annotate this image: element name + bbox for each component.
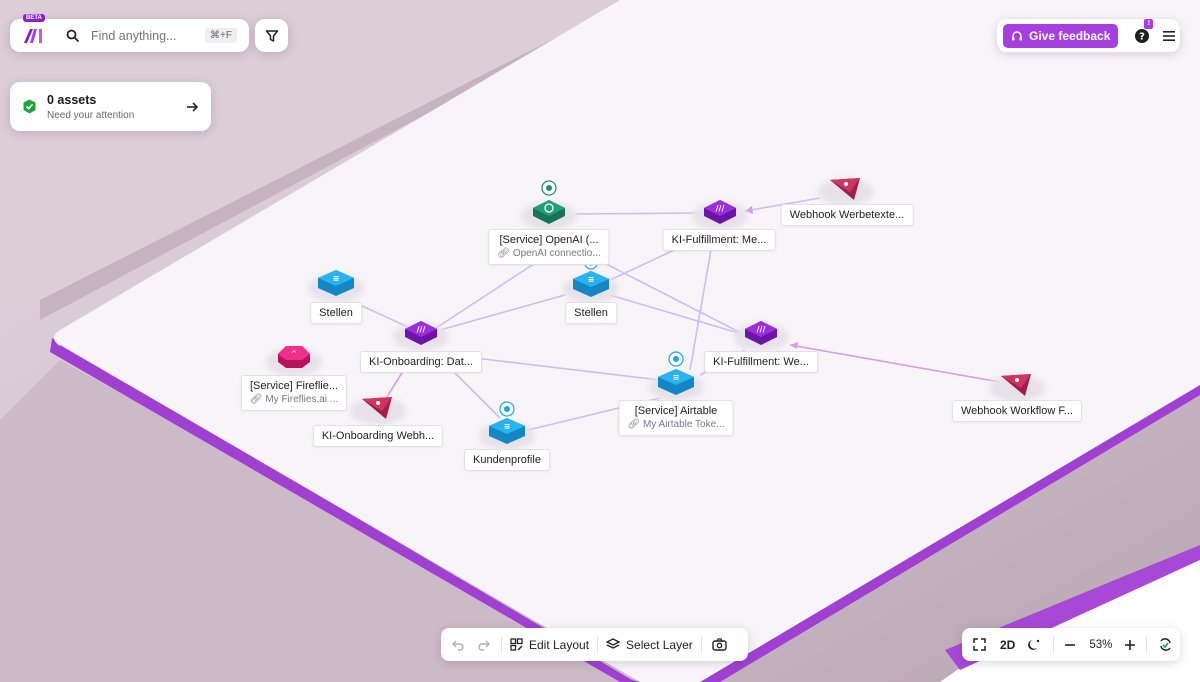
node-airtable[interactable]: [Service] Airtable 🔗︎ My Airtable Toke..… xyxy=(618,400,734,436)
node-connection-sub: 🔗︎ My Airtable Toke... xyxy=(627,419,725,430)
select-layer-label: Select Layer xyxy=(626,637,693,652)
webhook-node-icon xyxy=(818,178,874,206)
node-label: [Service] Airtable xyxy=(634,405,718,417)
sync-icon[interactable] xyxy=(1158,637,1173,652)
airtable-node-icon: ≡ xyxy=(563,271,619,303)
svg-text:≡: ≡ xyxy=(333,274,340,283)
link-icon: 🔗︎ xyxy=(249,394,266,405)
assets-attention-card[interactable]: 0 assets Need your attention xyxy=(10,82,211,131)
redo-icon[interactable] xyxy=(477,638,491,652)
node-label: [Service] Fireflie... xyxy=(249,380,339,392)
menu-icon[interactable] xyxy=(1162,30,1176,42)
node-ki-fulfillment-we[interactable]: KI-Fulfillment: We... xyxy=(704,351,818,373)
node-stellen-left[interactable]: Stellen xyxy=(310,302,362,324)
filter-icon xyxy=(265,29,278,42)
help-icon: ? xyxy=(1135,28,1150,43)
undo-icon[interactable] xyxy=(451,638,465,652)
give-feedback-button[interactable]: Give feedback xyxy=(1003,23,1119,48)
svg-text:///: /// xyxy=(757,325,766,334)
node-ki-onboarding-webh[interactable]: KI-Onboarding Webh... xyxy=(312,425,444,447)
link-icon: 🔗︎ xyxy=(627,419,643,430)
airtable-node-icon: ≡ xyxy=(479,418,535,450)
svg-text:≡: ≡ xyxy=(588,275,595,284)
search-icon xyxy=(66,29,80,42)
link-icon: 🔗︎ xyxy=(497,248,513,259)
svg-text:?: ? xyxy=(1139,31,1145,42)
moon-icon[interactable] xyxy=(1027,638,1041,652)
expand-icon[interactable] xyxy=(973,638,986,651)
layers-icon xyxy=(606,638,621,649)
assets-subtitle: Need your attention xyxy=(47,109,135,121)
view-mode-toggle[interactable]: 2D xyxy=(1000,638,1015,652)
svg-text:///: /// xyxy=(417,325,426,334)
edit-layout-button[interactable]: Edit Layout xyxy=(502,628,597,661)
node-ki-onboarding-dat[interactable]: KI-Onboarding: Dat... xyxy=(360,351,482,373)
node-connection-sub: 🔗︎ My Fireflies.ai ... xyxy=(249,394,339,405)
screenshot-button[interactable] xyxy=(712,638,727,651)
make-scenario-node-icon: /// xyxy=(393,321,449,351)
node-kundenprofile[interactable]: Kundenprofile xyxy=(464,449,550,471)
webhook-node-icon xyxy=(989,374,1045,402)
node-ki-fulfillment-me[interactable]: KI-Fulfillment: Me... xyxy=(662,229,776,251)
header-actions: Give feedback ? ! xyxy=(997,18,1180,52)
arrow-right-icon[interactable] xyxy=(185,100,199,114)
headset-icon xyxy=(1012,30,1022,40)
status-dot-icon xyxy=(541,180,557,196)
node-fireflies[interactable]: [Service] Fireflie... 🔗︎ My Fireflies.ai… xyxy=(240,375,348,411)
svg-text:≡: ≡ xyxy=(504,422,511,431)
bottom-toolbar: Edit Layout Select Layer xyxy=(441,628,748,661)
beta-badge: BETA xyxy=(23,14,45,22)
check-circle-icon xyxy=(23,99,36,114)
help-notification-badge: ! xyxy=(1144,18,1154,29)
zoom-out-icon[interactable] xyxy=(1064,639,1076,651)
make-scenario-node-icon: /// xyxy=(692,200,748,230)
give-feedback-label: Give feedback xyxy=(1029,28,1111,43)
airtable-node-icon: ≡ xyxy=(648,369,704,401)
node-connection-sub: 🔗︎ OpenAI connectio... xyxy=(497,248,601,259)
status-dot-icon xyxy=(668,351,684,367)
zoom-level: 53% xyxy=(1089,638,1113,651)
make-scenario-node-icon: /// xyxy=(733,321,789,351)
node-webhook-werbetexte[interactable]: Webhook Werbetexte... xyxy=(780,204,914,226)
search-bar[interactable]: BETA ⌘+F xyxy=(10,14,249,52)
openai-node-icon xyxy=(521,200,577,230)
svg-text:///: /// xyxy=(716,204,725,213)
webhook-node-icon xyxy=(350,397,406,425)
node-openai[interactable]: [Service] OpenAI (... 🔗︎ OpenAI connecti… xyxy=(488,229,610,265)
make-logo[interactable]: BETA xyxy=(10,14,54,52)
help-button[interactable]: ? ! xyxy=(1134,18,1154,44)
assets-count: 0 assets xyxy=(47,92,97,107)
search-shortcut: ⌘+F xyxy=(205,28,237,43)
camera-icon xyxy=(712,638,727,651)
view-controls: 2D 53% xyxy=(962,628,1180,661)
zoom-in-icon[interactable] xyxy=(1124,639,1136,651)
fireflies-node-icon: ^ xyxy=(266,346,322,376)
edit-layout-icon xyxy=(510,638,523,651)
edit-layout-label: Edit Layout xyxy=(529,637,590,652)
svg-text:^: ^ xyxy=(291,350,297,358)
airtable-node-icon: ≡ xyxy=(308,270,364,302)
node-label: [Service] OpenAI (... xyxy=(499,234,599,246)
node-webhook-workflow[interactable]: Webhook Workflow F... xyxy=(951,400,1083,422)
search-input[interactable] xyxy=(89,27,205,44)
svg-text:≡: ≡ xyxy=(673,373,680,382)
make-logo-icon xyxy=(24,29,42,43)
node-stellen-center[interactable]: Stellen xyxy=(565,302,617,324)
filter-button[interactable] xyxy=(255,19,288,52)
status-dot-icon xyxy=(499,401,515,417)
select-layer-button[interactable]: Select Layer xyxy=(598,628,701,661)
